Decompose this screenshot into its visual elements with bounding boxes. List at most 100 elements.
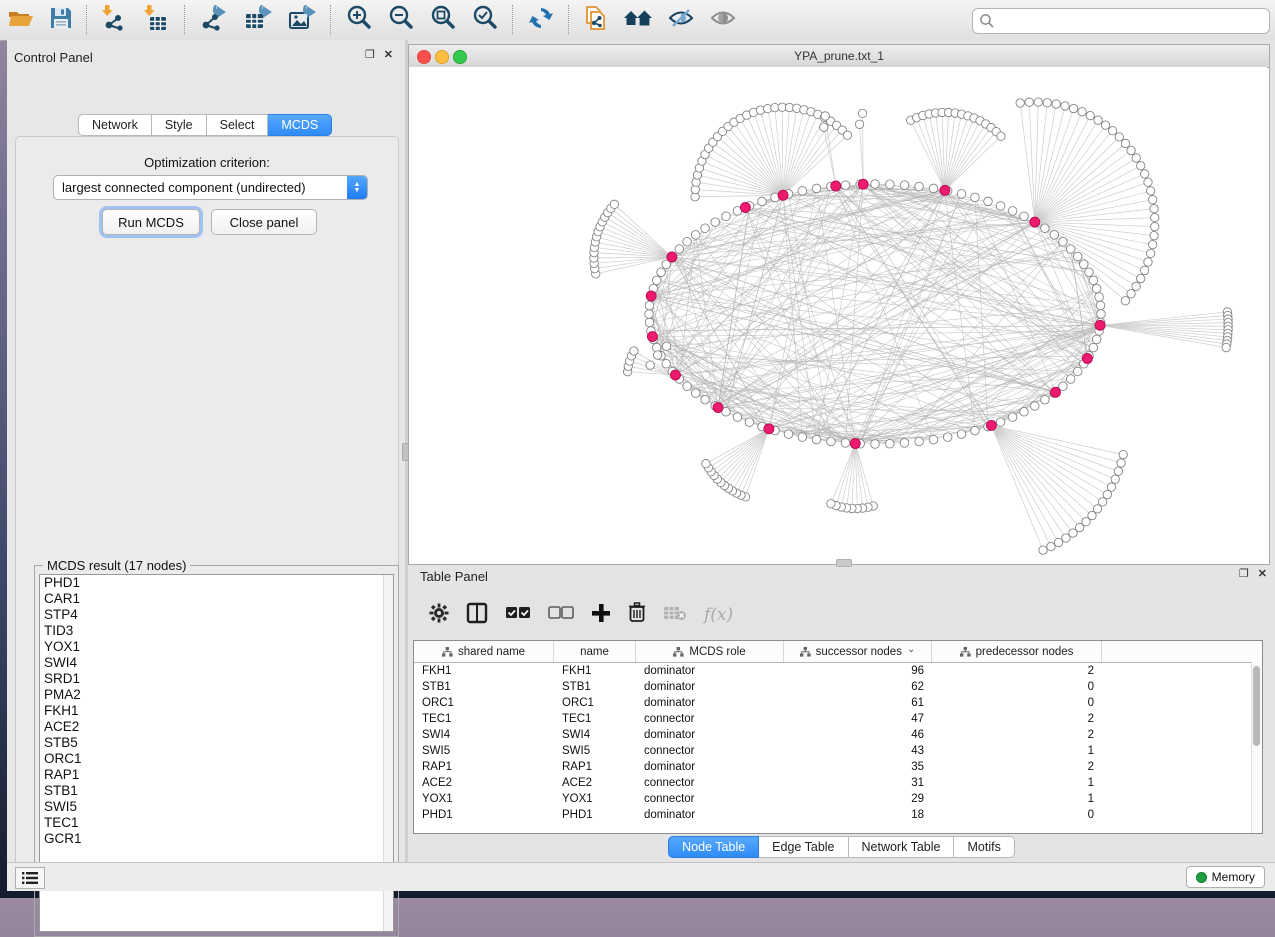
toolbar-separator — [512, 5, 514, 35]
memory-status-icon — [1196, 872, 1207, 883]
table-row[interactable]: TEC1TEC1connector472 — [414, 711, 1262, 727]
criterion-value: largest connected component (undirected) — [54, 180, 347, 195]
table-row[interactable]: SWI4SWI4dominator462 — [414, 727, 1262, 743]
memory-label: Memory — [1212, 870, 1255, 884]
tab-style[interactable]: Style — [152, 114, 207, 136]
zoom-selected-button[interactable] — [464, 4, 506, 36]
import-network-button[interactable] — [94, 4, 136, 36]
tab-select[interactable]: Select — [207, 114, 269, 136]
column-pane-icon[interactable] — [466, 602, 488, 629]
mcds-result-item[interactable]: ACE2 — [40, 719, 393, 735]
tab-edge-table[interactable]: Edge Table — [759, 836, 848, 858]
column-header-shared-name[interactable]: shared name — [414, 641, 554, 662]
checked-boxes-icon[interactable] — [505, 605, 531, 626]
table-scrollbar[interactable] — [1251, 662, 1262, 833]
open-file-button[interactable] — [0, 4, 42, 36]
table-row[interactable]: ACE2ACE2connector311 — [414, 775, 1262, 791]
table-row[interactable]: FKH1FKH1dominator962 — [414, 663, 1262, 679]
gear-icon[interactable] — [429, 603, 449, 628]
run-mcds-button[interactable]: Run MCDS — [102, 209, 200, 235]
trash-icon[interactable] — [628, 602, 646, 628]
column-type-icon — [800, 647, 811, 657]
mcds-result-item[interactable]: YOX1 — [40, 639, 393, 655]
mcds-result-item[interactable]: TEC1 — [40, 815, 393, 831]
mcds-result-item[interactable]: STP4 — [40, 607, 393, 623]
table-cell: STB1 — [554, 681, 636, 693]
table-row[interactable]: RAP1RAP1dominator352 — [414, 759, 1262, 775]
table-row[interactable]: YOX1YOX1connector291 — [414, 791, 1262, 807]
table-cell: YOX1 — [414, 793, 554, 805]
control-panel: Control Panel ❐ ✕ Network Style Select M… — [7, 40, 406, 862]
network-window-titlebar[interactable]: YPA_prune.txt_1 — [409, 45, 1269, 68]
unchecked-boxes-icon[interactable] — [548, 605, 574, 626]
zoom-fit-button[interactable] — [422, 4, 464, 36]
apply-layout-button[interactable] — [520, 4, 562, 36]
table-row[interactable]: SWI5SWI5connector431 — [414, 743, 1262, 759]
mcds-result-item[interactable]: SWI4 — [40, 655, 393, 671]
node-table[interactable]: shared namenameMCDS rolesuccessor nodes⌄… — [413, 640, 1263, 834]
close-table-panel-icon[interactable]: ✕ — [1258, 569, 1267, 579]
zoom-out-button[interactable] — [380, 4, 422, 36]
plus-icon[interactable] — [591, 603, 611, 628]
mcds-result-item[interactable]: FKH1 — [40, 703, 393, 719]
float-panel-icon[interactable]: ❐ — [365, 50, 375, 60]
table-row[interactable]: STB1STB1dominator620 — [414, 679, 1262, 695]
memory-button[interactable]: Memory — [1186, 866, 1265, 888]
export-image-button[interactable] — [280, 4, 324, 36]
mcds-result-item[interactable]: CAR1 — [40, 591, 393, 607]
mcds-result-item[interactable]: ORC1 — [40, 751, 393, 767]
hide-selected-button[interactable] — [660, 4, 702, 36]
mcds-result-item[interactable]: SWI5 — [40, 799, 393, 815]
tab-mcds[interactable]: MCDS — [268, 114, 332, 136]
table-cell: 18 — [784, 809, 932, 821]
mcds-result-item[interactable]: STB1 — [40, 783, 393, 799]
table-cell: dominator — [636, 761, 784, 773]
save-button[interactable] — [42, 4, 80, 36]
clone-network-icon — [583, 4, 609, 37]
clone-network-button[interactable] — [576, 4, 616, 36]
column-header-MCDS-role[interactable]: MCDS role — [636, 641, 784, 662]
table-cell: PHD1 — [554, 809, 636, 821]
column-type-icon — [673, 647, 684, 657]
delete-table-icon[interactable] — [663, 604, 687, 627]
table-cell: SWI5 — [554, 745, 636, 757]
float-table-panel-icon[interactable]: ❐ — [1239, 569, 1249, 579]
export-table-button[interactable] — [236, 4, 280, 36]
tab-network-table[interactable]: Network Table — [849, 836, 955, 858]
mcds-result-item[interactable]: PMA2 — [40, 687, 393, 703]
table-cell: dominator — [636, 729, 784, 741]
import-table-button[interactable] — [136, 4, 178, 36]
criterion-dropdown[interactable]: largest connected component (undirected)… — [53, 175, 368, 200]
network-canvas[interactable] — [409, 67, 1267, 562]
column-type-icon — [960, 647, 971, 657]
column-header-predecessor-nodes[interactable]: predecessor nodes — [932, 641, 1102, 662]
mcds-result-item[interactable]: RAP1 — [40, 767, 393, 783]
function-icon[interactable]: f(x) — [704, 605, 733, 625]
column-header-successor-nodes[interactable]: successor nodes⌄ — [784, 641, 932, 662]
table-cell: dominator — [636, 697, 784, 709]
close-panel-button[interactable]: Close panel — [211, 209, 317, 235]
mcds-result-item[interactable]: GCR1 — [40, 831, 393, 847]
export-network-button[interactable] — [192, 4, 236, 36]
first-neighbors-button[interactable] — [616, 4, 660, 36]
mcds-result-item[interactable]: SRD1 — [40, 671, 393, 687]
table-row[interactable]: PHD1PHD1dominator180 — [414, 807, 1262, 823]
mcds-result-item[interactable]: PHD1 — [40, 575, 393, 591]
zoom-in-button[interactable] — [338, 4, 380, 36]
task-history-button[interactable] — [15, 867, 45, 889]
tab-network[interactable]: Network — [78, 114, 152, 136]
column-header-name[interactable]: name — [554, 641, 636, 662]
show-all-button[interactable] — [702, 4, 744, 36]
tab-node-table[interactable]: Node Table — [668, 836, 759, 858]
tab-motifs[interactable]: Motifs — [954, 836, 1014, 858]
close-panel-icon[interactable]: ✕ — [384, 50, 393, 60]
table-row[interactable]: ORC1ORC1dominator610 — [414, 695, 1262, 711]
table-scrollbar-thumb[interactable] — [1253, 666, 1260, 746]
node-table-header: shared namenameMCDS rolesuccessor nodes⌄… — [414, 641, 1262, 663]
mcds-result-item[interactable]: STB5 — [40, 735, 393, 751]
mcds-result-items: PHD1CAR1STP4TID3YOX1SWI4SRD1PMA2FKH1ACE2… — [40, 575, 393, 847]
search-input[interactable] — [972, 8, 1270, 34]
table-cell: FKH1 — [554, 665, 636, 677]
table-panel-title: Table Panel — [420, 569, 488, 584]
mcds-result-item[interactable]: TID3 — [40, 623, 393, 639]
